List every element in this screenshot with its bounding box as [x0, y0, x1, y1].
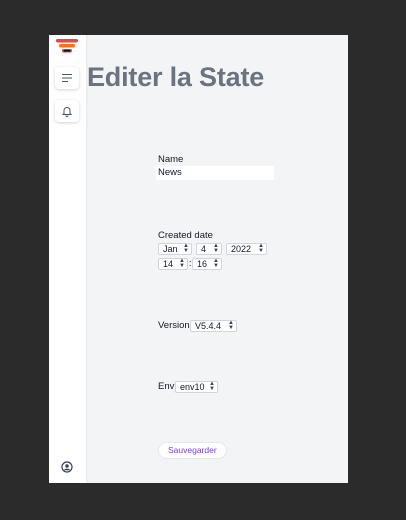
day-select[interactable]: 4 ▲ ▼ [196, 243, 222, 255]
env-label: Env [158, 381, 175, 392]
select-arrows-icon: ▲ ▼ [228, 320, 234, 331]
month-select[interactable]: Jan ▲ ▼ [158, 243, 192, 255]
menu-button[interactable] [55, 67, 79, 89]
version-label: Version [158, 320, 190, 331]
app-window: Editer la State Name News Created date J… [49, 35, 348, 483]
select-arrows-icon: ▲ ▼ [213, 258, 219, 269]
created-date-label: Created date [158, 230, 213, 241]
version-value: V5.4.4 [195, 321, 222, 331]
month-value: Jan [163, 244, 178, 254]
minute-value: 16 [197, 259, 208, 269]
user-circle-icon[interactable] [61, 461, 73, 473]
page-title: Editer la State [87, 62, 265, 92]
hour-select[interactable]: 14 ▲ ▼ [158, 258, 188, 270]
version-select[interactable]: V5.4.4 ▲ ▼ [190, 320, 237, 332]
notifications-button[interactable] [55, 100, 79, 122]
year-select[interactable]: 2022 ▲ ▼ [226, 243, 267, 255]
select-arrows-icon: ▲ ▼ [213, 243, 219, 254]
sidebar [49, 35, 86, 483]
minute-select[interactable]: 16 ▲ ▼ [192, 258, 222, 270]
select-arrows-icon: ▲ ▼ [183, 243, 189, 254]
select-arrows-icon: ▲ ▼ [209, 381, 215, 392]
env-value: env10 [180, 382, 205, 392]
save-button[interactable]: Sauvegarder [158, 442, 227, 459]
select-arrows-icon: ▲ ▼ [179, 258, 185, 269]
day-value: 4 [201, 244, 207, 254]
name-input[interactable]: News [156, 166, 274, 180]
menu-lines-icon [62, 74, 72, 82]
hour-value: 14 [163, 259, 174, 269]
bell-icon [61, 107, 73, 117]
select-arrows-icon: ▲ ▼ [258, 243, 264, 254]
stacked-bars-logo-icon[interactable] [56, 39, 78, 53]
env-select[interactable]: env10 ▲ ▼ [175, 381, 218, 393]
year-value: 2022 [231, 244, 252, 254]
name-label: Name [158, 154, 184, 165]
